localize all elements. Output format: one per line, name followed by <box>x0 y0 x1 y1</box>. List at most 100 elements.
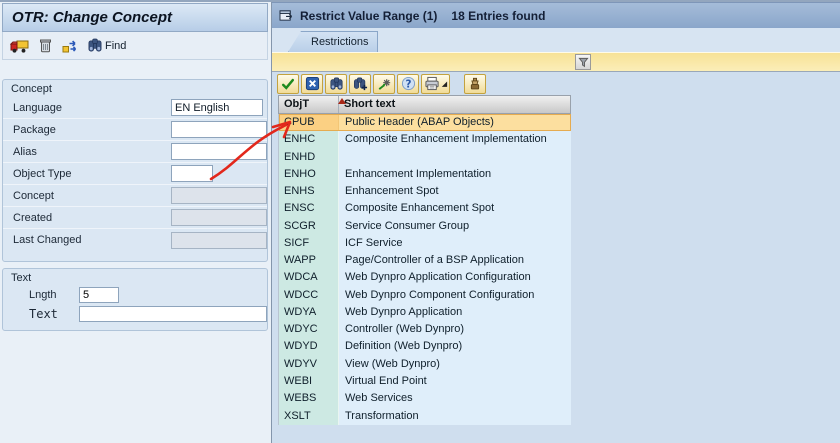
language-label: Language <box>3 102 62 114</box>
transport-truck-icon <box>10 39 29 53</box>
objt-cell: WEBS <box>279 390 339 407</box>
concept-field <box>171 187 267 204</box>
short-text-cell: Enhancement Spot <box>339 183 571 200</box>
field-row-last-changed: Last Changed <box>3 229 267 251</box>
short-text-cell: Page/Controller of a BSP Application <box>339 252 571 269</box>
object-type-field[interactable] <box>171 165 213 182</box>
move-concept-button[interactable] <box>62 38 78 53</box>
tab-restrictions[interactable]: Restrictions <box>288 31 378 52</box>
table-row-WDYA[interactable]: WDYAWeb Dynpro Application <box>279 304 571 321</box>
last-changed-field <box>171 232 267 249</box>
text-field-row: Text <box>29 306 267 322</box>
short-text-cell: Web Dynpro Component Configuration <box>339 287 571 304</box>
short-text-cell: Web Dynpro Application Configuration <box>339 269 571 286</box>
close-x-button[interactable] <box>301 74 323 94</box>
help-question-icon: ? <box>401 76 416 91</box>
continue-check-button[interactable] <box>277 74 299 94</box>
table-row-CPUB[interactable]: CPUBPublic Header (ABAP Objects) <box>279 114 571 131</box>
short-text-cell: Controller (Web Dynpro) <box>339 321 571 338</box>
dialog-tabstrip: Restrictions <box>272 28 840 52</box>
table-row-XSLT[interactable]: XSLTTransformation <box>279 408 571 425</box>
table-row-ENSC[interactable]: ENSCComposite Enhancement Spot <box>279 200 571 217</box>
page-title: OTR: Change Concept <box>2 3 268 32</box>
objt-cell: XSLT <box>279 408 339 425</box>
objt-cell: WDCC <box>279 287 339 304</box>
text-groupbox-title: Text <box>3 269 267 286</box>
text-field[interactable] <box>79 306 267 322</box>
objt-cell: ENSC <box>279 200 339 217</box>
left-toolbar: Find <box>2 32 268 60</box>
short-text-cell: Public Header (ABAP Objects) <box>339 114 571 131</box>
table-row-ENHS[interactable]: ENHSEnhancement Spot <box>279 183 571 200</box>
objt-cell: WEBI <box>279 373 339 390</box>
delete-button[interactable] <box>38 38 53 53</box>
short-text-cell: Definition (Web Dynpro) <box>339 338 571 355</box>
package-field[interactable] <box>171 121 267 138</box>
last-changed-label: Last Changed <box>3 234 82 246</box>
objt-cell: WDYA <box>279 304 339 321</box>
alias-field[interactable] <box>171 143 267 160</box>
created-field <box>171 209 267 226</box>
column-header-objt[interactable]: ObjT <box>279 96 339 113</box>
short-text-cell: View (Web Dynpro) <box>339 356 571 373</box>
table-row-ENHD[interactable]: ENHD <box>279 149 571 166</box>
objt-cell: WDCA <box>279 269 339 286</box>
find-button[interactable]: Find <box>87 38 126 53</box>
objt-cell: SCGR <box>279 218 339 235</box>
text-groupbox: Text Lngth Text <box>2 268 268 331</box>
language-field[interactable] <box>171 99 263 116</box>
find-next-binoculars-plus-button[interactable] <box>349 74 371 94</box>
objt-cell: WDYC <box>279 321 339 338</box>
table-row-WDCA[interactable]: WDCAWeb Dynpro Application Configuration <box>279 269 571 286</box>
table-row-ENHO[interactable]: ENHOEnhancement Implementation <box>279 166 571 183</box>
table-row-SICF[interactable]: SICFICF Service <box>279 235 571 252</box>
created-label: Created <box>3 212 52 224</box>
find-binoculars-button[interactable] <box>325 74 347 94</box>
personal-value-list-button[interactable] <box>464 74 486 94</box>
continue-check-icon <box>280 77 296 91</box>
short-text-cell: Composite Enhancement Spot <box>339 200 571 217</box>
insert-in-personal-list-icon <box>377 77 392 91</box>
transport-button[interactable] <box>10 39 29 53</box>
trash-icon <box>38 38 53 53</box>
short-text-cell: Web Services <box>339 390 571 407</box>
field-row-language: Language <box>3 97 267 119</box>
insert-in-personal-list-button[interactable] <box>373 74 395 94</box>
entries-found-text: 18 Entries found <box>451 9 545 23</box>
short-text-cell: Web Dynpro Application <box>339 304 571 321</box>
print-with-menu-button[interactable]: ◢ <box>421 74 450 94</box>
table-row-WDYD[interactable]: WDYDDefinition (Web Dynpro) <box>279 338 571 355</box>
concept-groupbox: Concept LanguagePackageAliasObject TypeC… <box>2 79 268 262</box>
objt-cell: ENHO <box>279 166 339 183</box>
dialog-titlebar: Restrict Value Range (1) 18 Entries foun… <box>272 2 840 28</box>
table-row-SCGR[interactable]: SCGRService Consumer Group <box>279 218 571 235</box>
table-row-WAPP[interactable]: WAPPPage/Controller of a BSP Application <box>279 252 571 269</box>
objt-cell: SICF <box>279 235 339 252</box>
table-row-WEBS[interactable]: WEBSWeb Services <box>279 390 571 407</box>
field-row-created: Created <box>3 207 267 229</box>
objt-cell: ENHD <box>279 149 339 166</box>
objt-cell: WDYD <box>279 338 339 355</box>
help-question-button[interactable]: ? <box>397 74 419 94</box>
short-text-cell: Composite Enhancement Implementation <box>339 131 571 148</box>
short-text-cell <box>339 149 571 166</box>
table-header: ObjT Short text <box>278 95 571 114</box>
personal-value-list-icon <box>468 77 482 91</box>
table-row-WDYV[interactable]: WDYVView (Web Dynpro) <box>279 356 571 373</box>
column-header-short-text[interactable]: Short text <box>339 96 570 113</box>
table-row-WEBI[interactable]: WEBIVirtual End Point <box>279 373 571 390</box>
field-row-alias: Alias <box>3 141 267 163</box>
concept-label: Concept <box>3 190 54 202</box>
find-next-binoculars-plus-icon <box>353 77 368 91</box>
restriction-strip <box>272 52 840 72</box>
filter-funnel-button[interactable] <box>575 54 591 70</box>
table-row-WDYC[interactable]: WDYCController (Web Dynpro) <box>279 321 571 338</box>
table-row-WDCC[interactable]: WDCCWeb Dynpro Component Configuration <box>279 287 571 304</box>
move-arrows-icon <box>62 38 78 53</box>
objt-cell: ENHC <box>279 131 339 148</box>
length-field[interactable] <box>79 287 119 303</box>
objt-cell: WAPP <box>279 252 339 269</box>
dialog-window-icon <box>279 9 294 22</box>
short-text-cell: Transformation <box>339 408 571 425</box>
table-row-ENHC[interactable]: ENHCComposite Enhancement Implementation <box>279 131 571 148</box>
